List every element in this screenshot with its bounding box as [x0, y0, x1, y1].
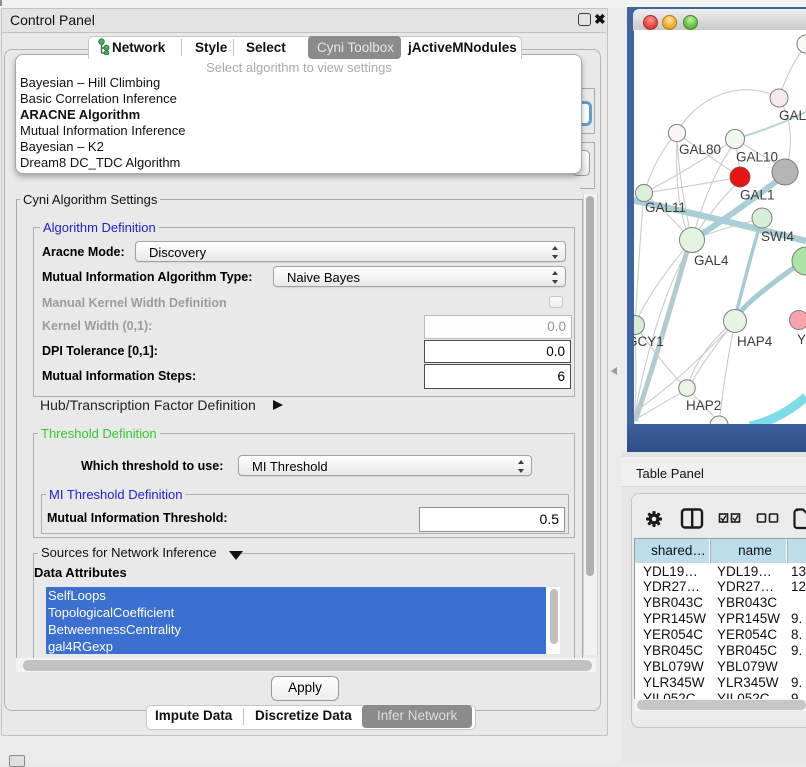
svg-text:GAL10: GAL10: [736, 150, 778, 165]
svg-text:SWI4: SWI4: [761, 229, 794, 244]
svg-text:Y: Y: [797, 332, 806, 347]
svg-text:GAL11: GAL11: [645, 200, 686, 215]
svg-text:GAL1: GAL1: [740, 188, 775, 203]
svg-text:GAL80: GAL80: [679, 142, 721, 157]
svg-text:GAL4: GAL4: [694, 253, 729, 268]
svg-text:HAP2: HAP2: [686, 398, 721, 413]
svg-text:GCY1: GCY1: [634, 334, 664, 349]
svg-text:HAP4: HAP4: [737, 334, 773, 349]
svg-text:GAL: GAL: [779, 108, 806, 123]
